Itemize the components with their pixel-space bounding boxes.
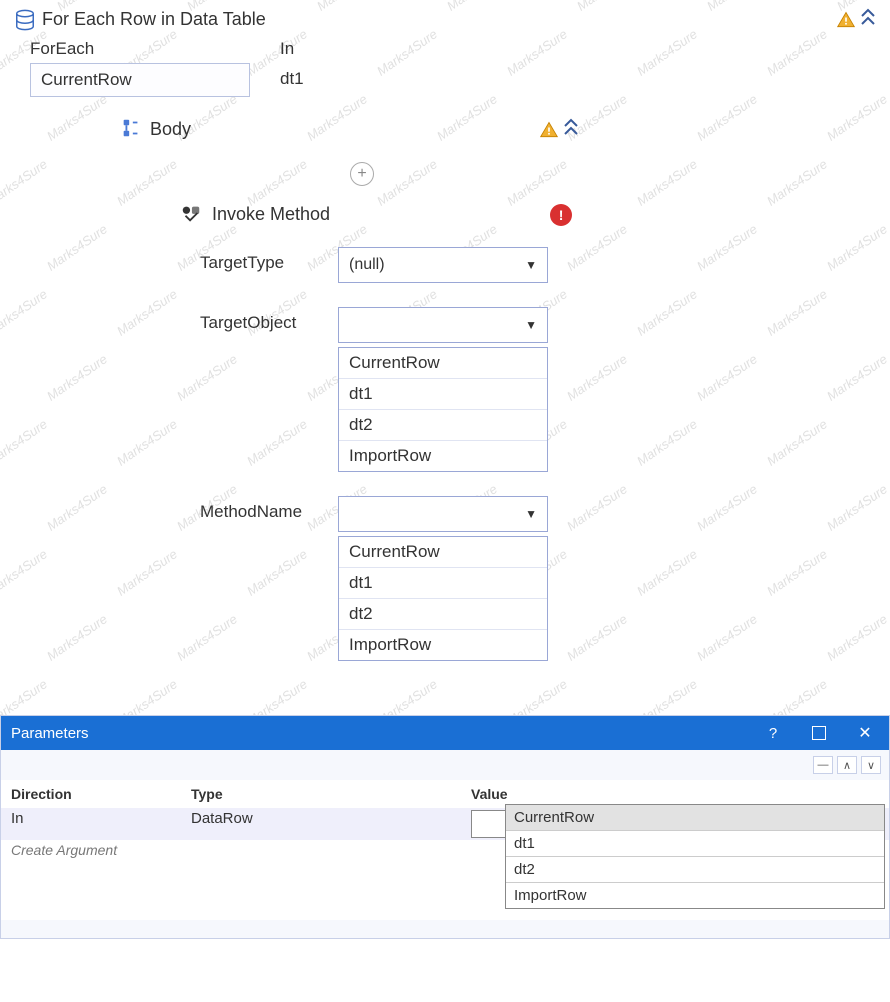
target-object-label: TargetObject [200, 307, 320, 333]
option-item[interactable]: ImportRow [339, 630, 547, 660]
target-type-dropdown[interactable]: (null) ▼ [338, 247, 548, 283]
target-object-dropdown[interactable]: ▼ [338, 307, 548, 343]
option-item[interactable]: dt2 [339, 599, 547, 630]
option-item[interactable]: dt2 [506, 857, 884, 883]
parameters-title: Parameters [11, 725, 89, 742]
option-item[interactable]: CurrentRow [339, 537, 547, 568]
in-label: In [280, 39, 304, 59]
in-value: dt1 [280, 63, 304, 89]
option-item[interactable]: dt1 [339, 568, 547, 599]
invoke-title: Invoke Method [212, 204, 330, 225]
toolbar-button-down[interactable]: ∨ [861, 756, 881, 774]
chevron-down-icon: ▼ [525, 507, 537, 521]
param-value-options: CurrentRow dt1 dt2 ImportRow [505, 804, 885, 909]
method-name-dropdown[interactable]: ▼ [338, 496, 548, 532]
collapse-icon[interactable] [563, 118, 579, 141]
toolbar-button[interactable]: — [813, 756, 833, 774]
foreach-input[interactable]: CurrentRow [30, 63, 250, 97]
option-item[interactable]: dt2 [339, 410, 547, 441]
option-item[interactable]: dt1 [339, 379, 547, 410]
param-direction[interactable]: In [11, 810, 191, 827]
warning-icon [836, 10, 856, 30]
maximize-button[interactable] [805, 723, 833, 743]
option-item[interactable]: dt1 [506, 831, 884, 857]
target-object-options: CurrentRow dt1 dt2 ImportRow [338, 347, 548, 472]
chevron-down-icon: ▼ [525, 318, 537, 332]
datatable-icon [14, 9, 36, 31]
col-type-header: Type [191, 786, 471, 802]
target-type-value: (null) [349, 256, 385, 274]
foreach-label: ForEach [30, 39, 250, 59]
sequence-icon [120, 117, 142, 142]
invoke-method-icon [180, 202, 202, 227]
warning-icon [539, 120, 559, 140]
close-button[interactable]: ✕ [851, 723, 879, 743]
activity-title: For Each Row in Data Table [42, 9, 266, 30]
body-title: Body [150, 119, 191, 140]
option-item[interactable]: ImportRow [339, 441, 547, 471]
target-type-label: TargetType [200, 247, 320, 273]
method-name-options: CurrentRow dt1 dt2 ImportRow [338, 536, 548, 661]
chevron-down-icon: ▼ [525, 258, 537, 272]
option-item[interactable]: ImportRow [506, 883, 884, 908]
col-direction-header: Direction [11, 786, 191, 802]
parameters-titlebar: Parameters ? ✕ [1, 716, 889, 750]
option-item[interactable]: CurrentRow [506, 805, 884, 831]
help-button[interactable]: ? [759, 723, 787, 743]
collapse-icon[interactable] [860, 8, 876, 31]
error-icon: ! [550, 204, 572, 226]
param-type[interactable]: DataRow [191, 810, 471, 827]
toolbar-button-up[interactable]: ∧ [837, 756, 857, 774]
method-name-label: MethodName [200, 496, 320, 522]
option-item[interactable]: CurrentRow [339, 348, 547, 379]
col-value-header: Value [471, 786, 879, 802]
add-activity-button[interactable]: + [350, 162, 374, 186]
